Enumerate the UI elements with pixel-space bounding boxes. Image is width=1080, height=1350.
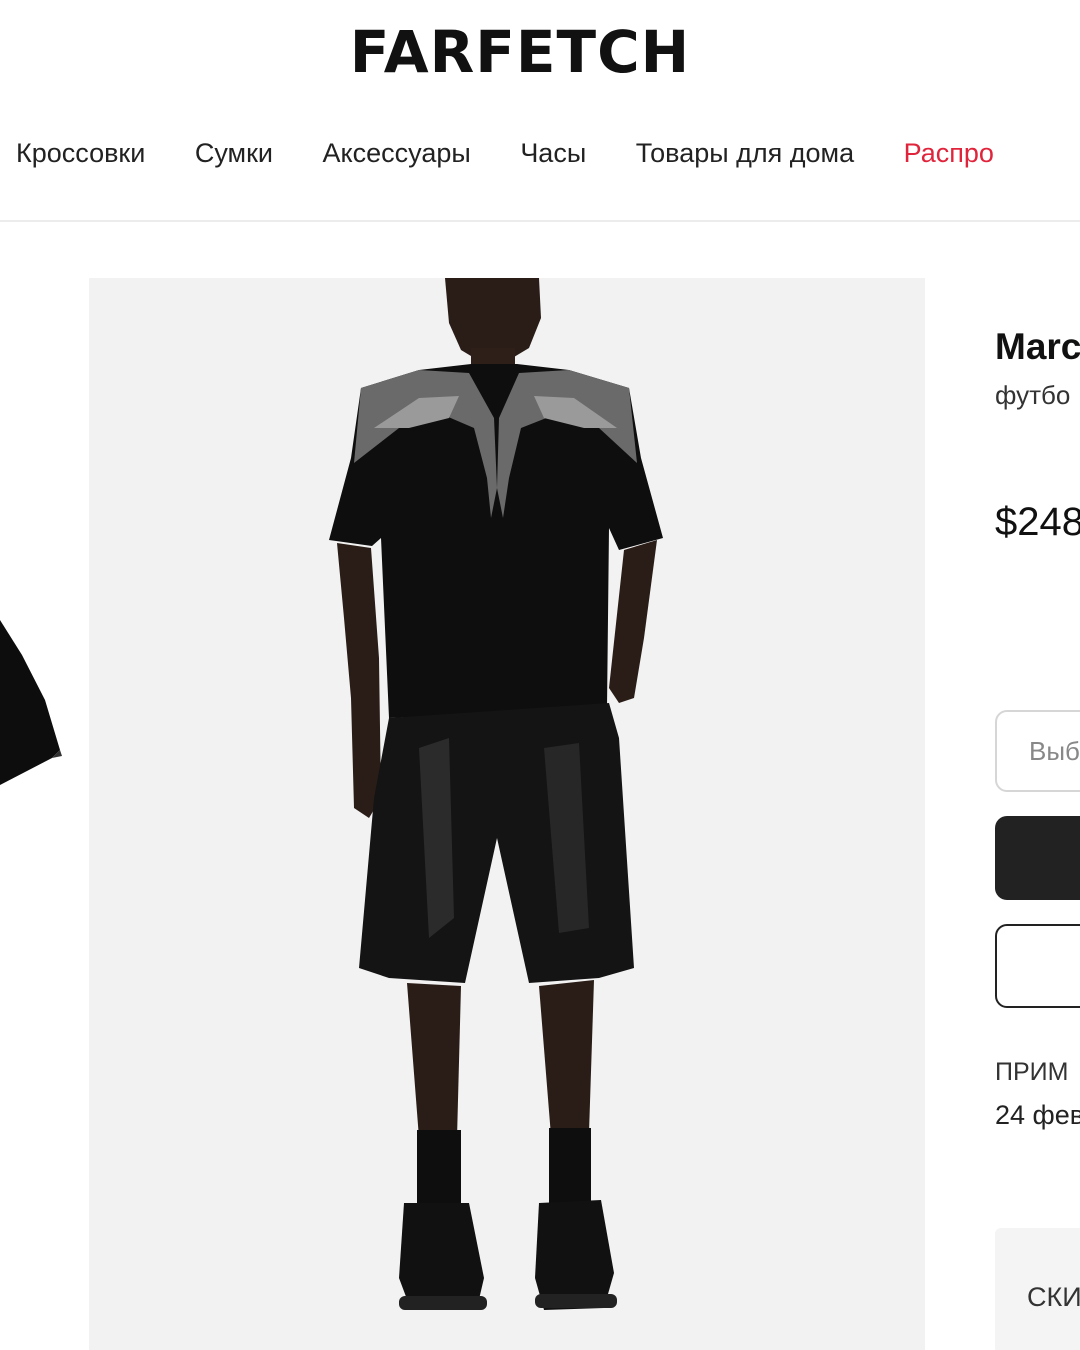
category-nav: Кроссовки Сумки Аксессуары Часы Товары д… [16, 138, 1036, 169]
promo-banner[interactable]: СКИ [995, 1228, 1080, 1350]
product-price: $248 [995, 500, 1080, 544]
delivery-label: ПРИМ [995, 1058, 1069, 1086]
add-to-wishlist-button[interactable] [995, 924, 1080, 1008]
product-info-panel: Marc футбо $248 Выб ПРИМ 24 фев СКИ [995, 0, 1080, 1350]
nav-item-sneakers[interactable]: Кроссовки [16, 138, 145, 168]
product-main-image[interactable] [89, 278, 925, 1350]
promo-label: СКИ [1027, 1282, 1080, 1312]
nav-item-home[interactable]: Товары для дома [636, 138, 854, 168]
nav-item-sale[interactable]: Распро [904, 138, 994, 168]
product-subtitle: футбо [995, 380, 1071, 410]
size-select-placeholder: Выб [1029, 736, 1080, 766]
farfetch-logo[interactable]: FARFETCH [0, 18, 1040, 86]
nav-item-accessories[interactable]: Аксессуары [323, 138, 471, 168]
nav-item-watches[interactable]: Часы [520, 138, 586, 168]
product-thumbnail[interactable] [0, 600, 70, 830]
add-to-cart-button[interactable] [995, 816, 1080, 900]
size-select[interactable]: Выб [995, 710, 1080, 792]
product-brand[interactable]: Marc [995, 326, 1080, 368]
nav-divider [0, 220, 1080, 222]
nav-item-bags[interactable]: Сумки [195, 138, 273, 168]
delivery-date: 24 фев [995, 1100, 1080, 1130]
